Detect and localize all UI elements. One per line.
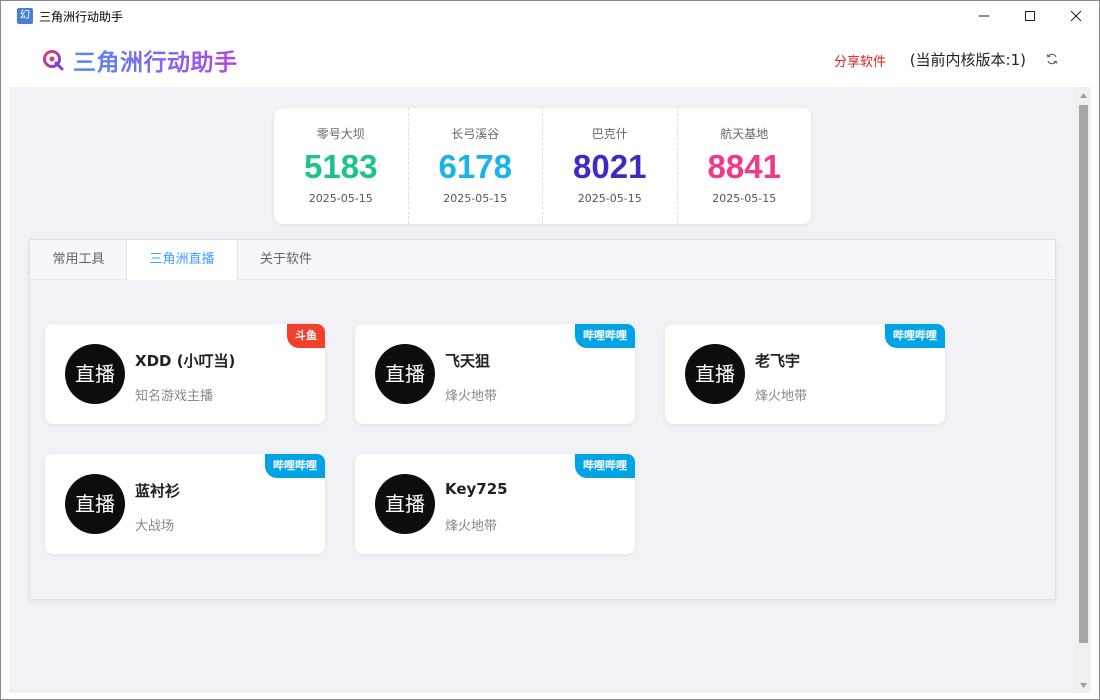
app-icon: 幻 — [17, 8, 33, 24]
stat-date: 2025-05-15 — [308, 192, 373, 205]
app-header: 三角洲行动助手 分享软件 (当前内核版本:1) — [1, 31, 1099, 87]
streamer-desc: 烽火地带 — [445, 519, 498, 534]
map-stats-panel: 零号大坝 5183 2025-05-15 长弓溪谷 6178 2025-05-1… — [274, 108, 811, 224]
scroll-up-arrow[interactable] — [1075, 87, 1091, 103]
stat-item: 长弓溪谷 6178 2025-05-15 — [407, 108, 543, 224]
tab-common-tools[interactable]: 常用工具 — [30, 240, 127, 280]
streamer-card[interactable]: 直播 老飞宇 烽火地带 哔哩哔哩 — [665, 324, 945, 424]
tab-about[interactable]: 关于软件 — [238, 240, 334, 280]
avatar: 直播 — [685, 344, 745, 404]
tab-delta-live[interactable]: 三角洲直播 — [126, 240, 238, 280]
stat-value: 5183 — [304, 148, 378, 185]
stat-label: 零号大坝 — [316, 127, 365, 141]
stat-label: 长弓溪谷 — [451, 127, 500, 141]
maximize-button[interactable] — [1007, 1, 1053, 31]
scroll-down-arrow[interactable] — [1075, 677, 1091, 693]
minimize-icon — [979, 15, 989, 17]
app-logo-text: 三角洲行动助手 — [73, 43, 238, 77]
platform-badge: 哔哩哔哩 — [885, 324, 945, 348]
streamer-desc: 烽火地带 — [445, 389, 498, 404]
title-bar: 幻 三角洲行动助手 — [1, 1, 1099, 31]
minimize-button[interactable] — [961, 1, 1007, 31]
streamer-card[interactable]: 直播 Key725 烽火地带 哔哩哔哩 — [355, 454, 635, 554]
streamer-name: Key725 — [445, 480, 508, 498]
stat-date: 2025-05-15 — [712, 192, 777, 205]
streamer-name: XDD (小叮当) — [135, 352, 236, 370]
stat-value: 8841 — [707, 148, 781, 185]
stat-item: 零号大坝 5183 2025-05-15 — [274, 108, 408, 224]
tab-bar: 常用工具 三角洲直播 关于软件 — [30, 240, 1055, 280]
streamer-desc: 大战场 — [135, 519, 175, 534]
scrollbar-thumb[interactable] — [1079, 105, 1088, 643]
streamer-name: 飞天狙 — [445, 352, 491, 370]
stat-date: 2025-05-15 — [443, 192, 508, 205]
stat-date: 2025-05-15 — [577, 192, 642, 205]
streamer-desc: 烽火地带 — [755, 389, 808, 404]
stat-label: 航天基地 — [720, 127, 769, 141]
close-icon — [1071, 11, 1081, 21]
stat-value: 6178 — [438, 148, 512, 185]
streamer-name: 蓝衬衫 — [135, 482, 181, 500]
stat-label: 巴克什 — [591, 127, 628, 141]
streamer-card[interactable]: 直播 飞天狙 烽火地带 哔哩哔哩 — [355, 324, 635, 424]
target-logo-icon — [43, 50, 64, 71]
avatar: 直播 — [375, 474, 435, 534]
close-button[interactable] — [1053, 1, 1099, 31]
avatar: 直播 — [65, 344, 125, 404]
stat-item: 巴克什 8021 2025-05-15 — [542, 108, 677, 224]
avatar: 直播 — [65, 474, 125, 534]
platform-badge: 哔哩哔哩 — [575, 324, 635, 348]
platform-badge: 斗鱼 — [287, 324, 325, 348]
stat-value: 8021 — [573, 148, 647, 185]
streamer-desc: 知名游戏主播 — [135, 389, 214, 404]
streamer-card[interactable]: 直播 XDD (小叮当) 知名游戏主播 斗鱼 — [45, 324, 325, 424]
maximize-icon — [1025, 11, 1035, 21]
streamer-name: 老飞宇 — [755, 352, 801, 370]
refresh-icon[interactable] — [1045, 52, 1059, 66]
stat-item: 航天基地 8841 2025-05-15 — [676, 108, 812, 224]
window-title: 三角洲行动助手 — [39, 9, 124, 24]
kernel-version-label: (当前内核版本:1) — [909, 51, 1026, 69]
vertical-scrollbar[interactable] — [1075, 87, 1091, 693]
avatar: 直播 — [375, 344, 435, 404]
platform-badge: 哔哩哔哩 — [265, 454, 325, 478]
share-software-link[interactable]: 分享软件 — [834, 51, 886, 70]
app-window: 幻 三角洲行动助手 三角洲行动助手 分享软件 (当前内核版本:1) 零号大坝 5… — [0, 0, 1100, 700]
streamer-card[interactable]: 直播 蓝衬衫 大战场 哔哩哔哩 — [45, 454, 325, 554]
platform-badge: 哔哩哔哩 — [575, 454, 635, 478]
window-controls — [961, 1, 1099, 31]
